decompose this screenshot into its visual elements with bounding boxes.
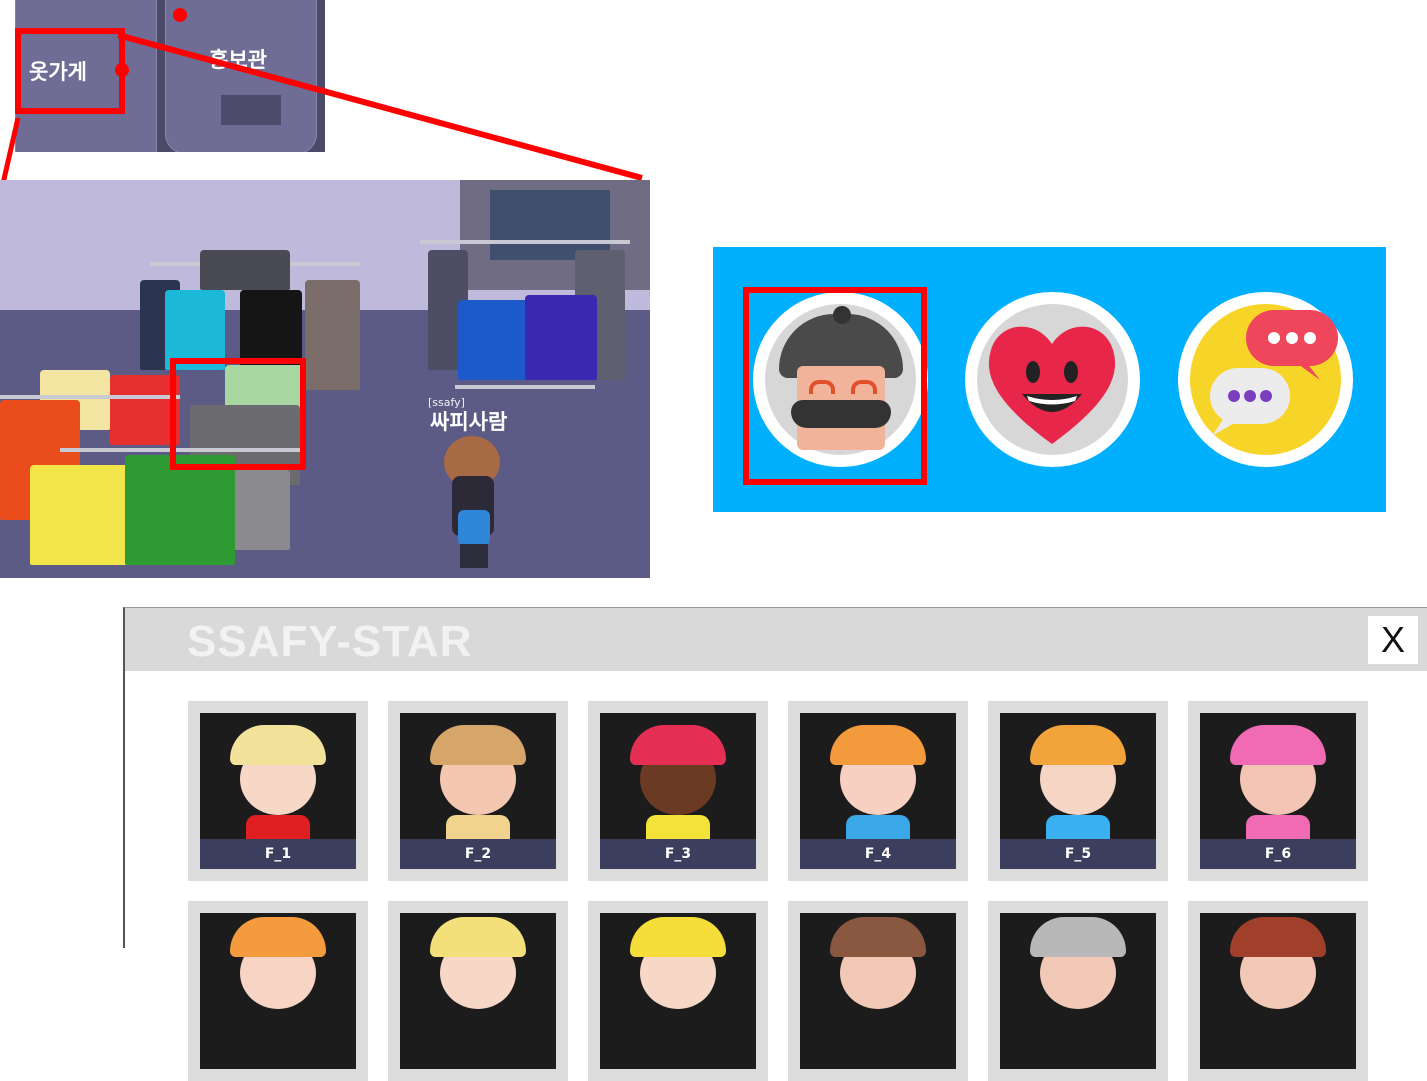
character-image <box>400 913 556 1069</box>
character-label: F_1 <box>200 839 356 869</box>
character-image <box>800 913 956 1069</box>
character-card[interactable]: F_6 <box>1188 701 1368 881</box>
clothing-item <box>125 455 235 565</box>
character-card[interactable]: F_5 <box>988 701 1168 881</box>
heart-face-icon <box>977 304 1128 455</box>
heart-emoji-button[interactable] <box>965 292 1140 467</box>
character-card[interactable] <box>188 901 368 1081</box>
character-hat <box>1030 917 1126 957</box>
character-label: F_6 <box>1200 839 1356 869</box>
character-hat <box>1230 917 1326 957</box>
character-card[interactable] <box>788 901 968 1081</box>
character-card[interactable] <box>988 901 1168 1081</box>
rack-bar <box>420 240 630 244</box>
character-hat <box>1030 725 1126 765</box>
character-label: F_5 <box>1000 839 1156 869</box>
dialog-title: SSAFY-STAR <box>187 617 473 666</box>
player-body <box>458 510 490 546</box>
character-card[interactable] <box>1188 901 1368 1081</box>
clothing-item <box>200 250 290 290</box>
character-hat <box>230 917 326 957</box>
player-name: 싸피사람 <box>430 410 508 434</box>
character-card[interactable]: F_3 <box>588 701 768 881</box>
character-hat <box>430 725 526 765</box>
character-hat <box>630 917 726 957</box>
character-hat <box>1230 725 1326 765</box>
clothing-item <box>458 300 530 380</box>
emoji-panel <box>713 247 1386 512</box>
clothing-item <box>305 280 360 390</box>
clothing-item <box>30 465 140 565</box>
character-image: F_2 <box>400 713 556 869</box>
character-hat <box>430 917 526 957</box>
character-card[interactable] <box>388 901 568 1081</box>
character-image: F_3 <box>600 713 756 869</box>
character-hat <box>230 725 326 765</box>
character-image <box>600 913 756 1069</box>
player-legs <box>460 544 488 568</box>
character-image <box>200 913 356 1069</box>
store-scene: [ssafy] 싸피사람 <box>0 180 650 578</box>
rack-bar <box>0 395 180 399</box>
chat-icon <box>1190 304 1341 455</box>
highlight-box <box>743 287 927 485</box>
character-hat <box>830 725 926 765</box>
character-label: F_3 <box>600 839 756 869</box>
clothing-item <box>525 295 597 380</box>
character-image <box>1200 913 1356 1069</box>
character-image: F_4 <box>800 713 956 869</box>
character-card[interactable]: F_1 <box>188 701 368 881</box>
character-card[interactable] <box>588 901 768 1081</box>
zoom-connector-lines <box>0 32 643 189</box>
character-select-dialog: SSAFY-STAR X F_1 F_2 F_3 F_4 F_5 F_6 <box>123 607 1427 1081</box>
close-button[interactable]: X <box>1368 616 1418 664</box>
character-card[interactable]: F_2 <box>388 701 568 881</box>
character-card[interactable]: F_4 <box>788 701 968 881</box>
character-hat <box>630 725 726 765</box>
character-image: F_6 <box>1200 713 1356 869</box>
character-label: F_4 <box>800 839 956 869</box>
dialog-header: SSAFY-STAR X <box>125 608 1427 671</box>
character-label: F_2 <box>400 839 556 869</box>
character-image <box>1000 913 1156 1069</box>
rack-bar <box>455 385 595 389</box>
chat-button[interactable] <box>1178 292 1353 467</box>
highlight-box <box>170 358 306 470</box>
character-image: F_5 <box>1000 713 1156 869</box>
character-image: F_1 <box>200 713 356 869</box>
character-hat <box>830 917 926 957</box>
